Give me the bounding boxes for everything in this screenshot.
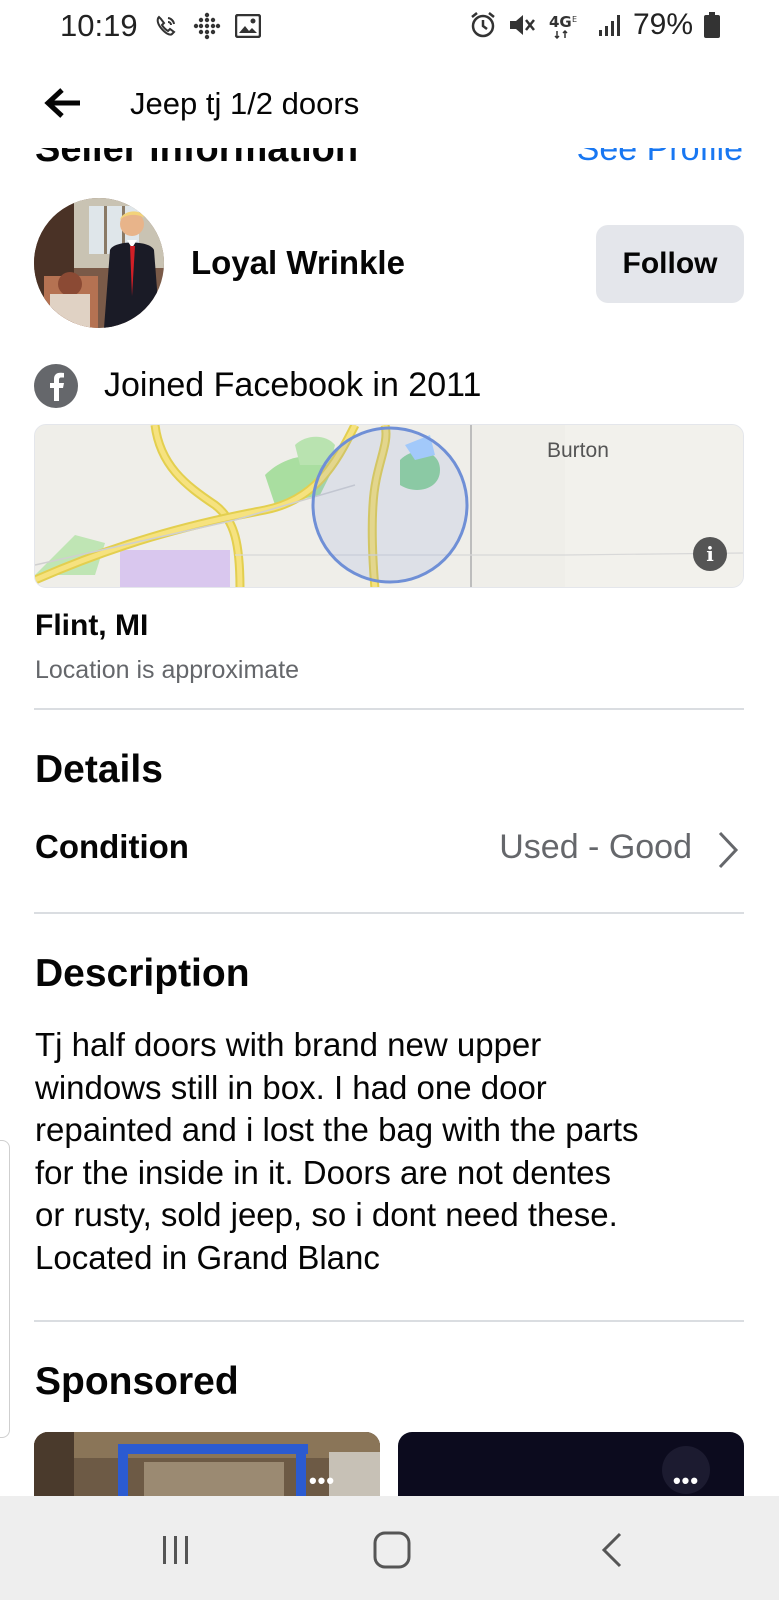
description-title: Description: [35, 952, 250, 995]
description-line: for the inside in it. Doors are not dent…: [35, 1153, 611, 1191]
divider: [34, 708, 744, 710]
dots-grid-icon: [193, 12, 221, 40]
back-button[interactable]: [40, 80, 86, 126]
description-line: repainted and i lost the bag with the pa…: [35, 1111, 639, 1148]
info-icon[interactable]: i: [693, 537, 727, 571]
header: Jeep tj 1/2 doors: [0, 56, 779, 148]
seller-heading-row: Seller information See Profile: [0, 148, 779, 178]
map-graphic: [35, 425, 743, 587]
status-left-icons: [153, 12, 261, 40]
see-profile-link[interactable]: See Profile: [577, 148, 743, 169]
svg-text:4G: 4G: [549, 13, 572, 31]
svg-text:E: E: [572, 15, 577, 24]
wifi-call-icon: [156, 15, 176, 36]
recent-apps-button[interactable]: [146, 1526, 206, 1574]
details-title: Details: [35, 748, 163, 791]
back-nav-button[interactable]: [582, 1526, 642, 1574]
page-title: Jeep tj 1/2 doors: [130, 86, 360, 121]
location-city: Flint, MI: [35, 609, 149, 642]
recent-apps-icon: [163, 1536, 188, 1564]
chevron-right-icon: [718, 831, 739, 869]
home-button[interactable]: [362, 1526, 422, 1574]
avatar[interactable]: [34, 198, 164, 328]
divider: [34, 1320, 744, 1322]
mute-icon: [509, 15, 535, 35]
more-options-icon[interactable]: •••: [298, 1446, 346, 1494]
map-town-label: Burton: [547, 439, 609, 462]
follow-button[interactable]: Follow: [596, 225, 744, 303]
condition-row[interactable]: Condition Used - Good: [34, 820, 744, 880]
sponsored-card[interactable]: •••: [398, 1432, 744, 1496]
sponsored-card[interactable]: •••: [34, 1432, 380, 1496]
facebook-icon: [34, 364, 78, 408]
arrow-left-icon: [44, 88, 80, 118]
system-nav-bar: [0, 1496, 779, 1600]
status-time: 10:19: [60, 8, 138, 43]
description-line: Located in Grand Blanc: [35, 1238, 380, 1276]
back-icon: [601, 1532, 622, 1568]
edge-panel-handle[interactable]: [0, 1140, 10, 1438]
battery-percent: 79%: [632, 8, 693, 41]
seller-section-title: Seller information: [35, 148, 359, 170]
home-icon: [373, 1531, 411, 1569]
description-line: or rusty, sold jeep, so i dont need thes…: [35, 1196, 618, 1233]
battery-icon: [704, 12, 720, 38]
status-right-icons: 4G E 79%: [469, 8, 721, 42]
signal-icon: [598, 15, 620, 36]
description-line: windows still in box. I had one door: [35, 1068, 547, 1106]
description-line: Tj half doors with brand new upper: [35, 1026, 542, 1063]
sponsored-title: Sponsored: [35, 1360, 239, 1403]
seller-photo: [34, 198, 164, 328]
location-map[interactable]: Burton i: [34, 424, 744, 588]
seller-name[interactable]: Loyal Wrinkle: [191, 244, 405, 282]
4g-icon: 4G E: [549, 13, 577, 39]
image-icon: [235, 14, 261, 38]
location-note: Location is approximate: [35, 656, 300, 684]
more-options-icon[interactable]: •••: [662, 1446, 710, 1494]
sponsored-cards: ••• •••: [0, 1432, 779, 1496]
divider: [34, 912, 744, 914]
joined-facebook-text: Joined Facebook in 2011: [104, 366, 482, 404]
status-bar: 10:19 4G E 79%: [0, 0, 779, 56]
description-text: Tj half doors with brand new upper windo…: [35, 1024, 745, 1279]
condition-value: Used - Good: [499, 828, 692, 866]
condition-label: Condition: [35, 828, 189, 865]
alarm-icon: [471, 12, 495, 38]
